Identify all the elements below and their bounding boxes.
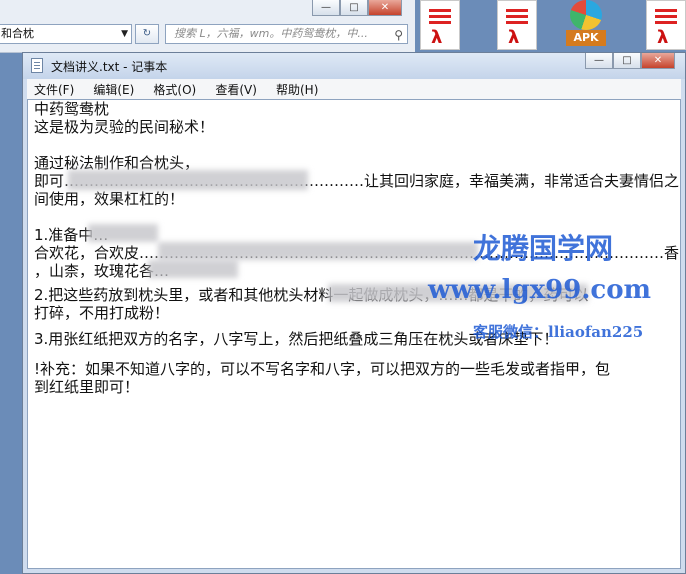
maximize-icon[interactable]: □ [340,0,368,16]
redaction-blur [68,170,308,190]
close-icon[interactable]: ✕ [368,0,402,16]
watermark-wechat: 客服微信：lliaofan225 [473,323,644,341]
minimize-icon[interactable]: — [312,0,340,16]
window-title: 文档讲义.txt - 记事本 [51,60,168,74]
pdf-file-icon[interactable]: λ [646,0,686,50]
title-bar[interactable]: 文档讲义.txt - 记事本 — □ ✕ [23,53,685,79]
menu-help[interactable]: 帮助(H) [269,80,325,100]
address-text: 和合枕 [1,27,34,40]
search-input[interactable]: 搜索 L，六福，wm。中药鸳鸯枕，中... ⚲ [165,24,408,44]
text-line: 打碎，不用打成粉！ [34,304,170,322]
text-line: 中药鸳鸯枕 [34,100,110,118]
notepad-icon [31,58,43,73]
notepad-window: 文档讲义.txt - 记事本 — □ ✕ 文件(F) 编辑(E) 格式(O) 查… [22,52,686,574]
window-controls: — □ ✕ [585,53,675,69]
chevron-down-icon[interactable]: ▼ [121,25,128,43]
watermark-url: www.lgx99.com [428,275,652,305]
search-icon[interactable]: ⚲ [394,26,403,43]
close-icon[interactable]: ✕ [641,53,675,69]
maximize-icon[interactable]: □ [613,53,641,69]
background-explorer-window: — □ ✕ 和合枕 ▼ ↻ 搜索 L，六福，wm。中药鸳鸯枕，中... ⚲ [0,0,415,53]
menu-format[interactable]: 格式(O) [146,80,203,100]
menu-bar: 文件(F) 编辑(E) 格式(O) 查看(V) 帮助(H) [27,79,681,99]
apk-file-icon[interactable]: APK [566,0,606,50]
menu-edit[interactable]: 编辑(E) [86,80,141,100]
text-line: !补充：如果不知道八字的，可以不写名字和八字，可以把双方的一些毛发或者指甲，包 [34,360,611,378]
pdf-file-icon[interactable]: λ [497,0,537,50]
pdf-file-icon[interactable]: λ [420,0,460,50]
search-placeholder: 搜索 L，六福，wm。中药鸳鸯枕，中... [174,27,368,40]
menu-view[interactable]: 查看(V) [208,80,264,100]
redaction-blur [88,224,158,242]
watermark-brand: 龙腾国学网 [473,232,614,265]
text-line: 到红纸里即可！ [34,378,140,396]
address-bar[interactable]: 和合枕 ▼ [0,24,132,44]
redaction-blur [158,242,478,260]
apk-label: APK [566,30,606,46]
background-window-controls: — □ ✕ [312,0,402,16]
minimize-icon[interactable]: — [585,53,613,69]
text-line: 间使用，效果杠杠的！ [34,190,185,208]
menu-file[interactable]: 文件(F) [27,80,81,100]
redaction-blur [148,260,238,278]
refresh-button[interactable]: ↻ [135,24,159,44]
text-line: 这是极为灵验的民间秘术！ [34,118,215,136]
